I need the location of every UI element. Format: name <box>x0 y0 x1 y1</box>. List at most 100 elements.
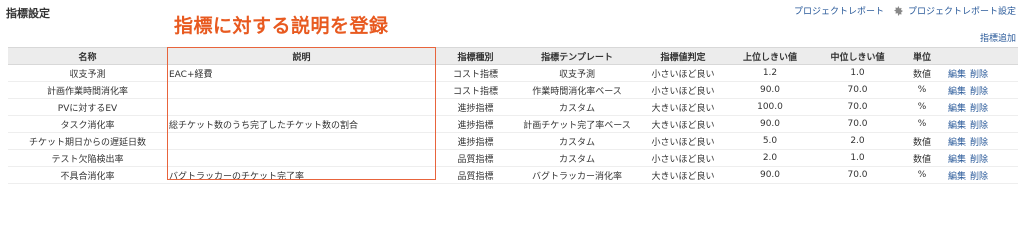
cell-description: バグトラッカーのチケット完了率 <box>167 166 436 184</box>
annotation-callout: 指標に対する説明を登録 <box>174 15 389 37</box>
col-header-description: 説明 <box>167 47 436 65</box>
cell-middle-threshold: 1.0 <box>813 64 902 82</box>
cell-actions: 編集 削除 <box>942 98 1018 116</box>
cell-unit: % <box>902 81 942 99</box>
page-title: 指標設定 <box>6 7 50 20</box>
cell-upper-threshold: 100.0 <box>727 98 813 116</box>
col-header-judgement: 指標値判定 <box>639 47 727 65</box>
cell-unit: % <box>902 98 942 116</box>
delete-link[interactable]: 削除 <box>970 155 988 165</box>
cell-actions: 編集 削除 <box>942 132 1018 150</box>
col-header-name: 名称 <box>8 47 167 65</box>
col-header-unit: 単位 <box>902 47 942 65</box>
cell-name: タスク消化率 <box>8 115 167 133</box>
edit-link[interactable]: 編集 <box>948 172 966 182</box>
cell-description <box>167 98 436 116</box>
cell-template: カスタム <box>515 132 639 150</box>
cell-middle-threshold: 70.0 <box>813 115 902 133</box>
table-row: 計画作業時間消化率 コスト指標 作業時間消化率ベース 小さいほど良い 90.0 70.0%… <box>8 81 1018 99</box>
cell-name: 計画作業時間消化率 <box>8 81 167 99</box>
delete-link[interactable]: 削除 <box>970 138 988 148</box>
cell-middle-threshold: 70.0 <box>813 81 902 99</box>
cell-judgement: 大きいほど良い <box>639 115 727 133</box>
cell-description: EAC+経費 <box>167 64 436 82</box>
cell-judgement: 大きいほど良い <box>639 98 727 116</box>
cell-name: 不具合消化率 <box>8 166 167 184</box>
project-report-link[interactable]: プロジェクトレポート <box>794 4 884 17</box>
cell-description <box>167 132 436 150</box>
col-header-kind: 指標種別 <box>436 47 515 65</box>
table-header-row: 名称 説明 指標種別 指標テンプレート 指標値判定 上位しきい値 中位しきい値 … <box>8 47 1018 65</box>
cell-middle-threshold: 70.0 <box>813 166 902 184</box>
cell-upper-threshold: 1.2 <box>727 64 813 82</box>
cell-kind: 進捗指標 <box>436 115 515 133</box>
cell-middle-threshold: 2.0 <box>813 132 902 150</box>
delete-link[interactable]: 削除 <box>970 104 988 114</box>
add-indicator-link[interactable]: 指標追加 <box>980 31 1016 44</box>
edit-link[interactable]: 編集 <box>948 121 966 131</box>
indicator-table: 名称 説明 指標種別 指標テンプレート 指標値判定 上位しきい値 中位しきい値 … <box>8 47 1018 184</box>
edit-link[interactable]: 編集 <box>948 104 966 114</box>
cell-unit: 数値 <box>902 149 942 167</box>
cell-judgement: 小さいほど良い <box>639 64 727 82</box>
cell-upper-threshold: 90.0 <box>727 166 813 184</box>
delete-link[interactable]: 削除 <box>970 70 988 80</box>
cell-upper-threshold: 90.0 <box>727 81 813 99</box>
cell-template: カスタム <box>515 98 639 116</box>
edit-link[interactable]: 編集 <box>948 138 966 148</box>
cell-kind: 進捗指標 <box>436 132 515 150</box>
table-row: チケット期日からの遅延日数 進捗指標 カスタム 小さいほど良い 5.0 2.0 数値 編集 削除 <box>8 132 1018 150</box>
cell-unit: % <box>902 115 942 133</box>
table-row: 不具合消化率 バグトラッカーのチケット完了率 品質指標 バグトラッカー消化率 大きいほど… <box>8 166 1018 184</box>
cell-template: 収支予測 <box>515 64 639 82</box>
col-header-template: 指標テンプレート <box>515 47 639 65</box>
cell-template: カスタム <box>515 149 639 167</box>
cell-upper-threshold: 2.0 <box>727 149 813 167</box>
cell-unit: 数値 <box>902 64 942 82</box>
cell-unit: % <box>902 166 942 184</box>
col-header-upper-threshold: 上位しきい値 <box>727 47 813 65</box>
cell-description <box>167 81 436 99</box>
edit-link[interactable]: 編集 <box>948 70 966 80</box>
cell-judgement: 大きいほど良い <box>639 166 727 184</box>
delete-link[interactable]: 削除 <box>970 121 988 131</box>
cell-judgement: 小さいほど良い <box>639 81 727 99</box>
cell-actions: 編集 削除 <box>942 81 1018 99</box>
top-links: プロジェクトレポート プロジェクトレポート設定 <box>794 4 1016 17</box>
table-row: テスト欠陥検出率 品質指標 カスタム 小さいほど良い 2.0 1.0 数値 編集 削除 <box>8 149 1018 167</box>
delete-link[interactable]: 削除 <box>970 87 988 97</box>
delete-link[interactable]: 削除 <box>970 172 988 182</box>
gear-icon <box>894 6 903 15</box>
cell-template: 計画チケット完了率ベース <box>515 115 639 133</box>
cell-kind: 品質指標 <box>436 149 515 167</box>
cell-description <box>167 149 436 167</box>
cell-kind: コスト指標 <box>436 64 515 82</box>
cell-judgement: 小さいほど良い <box>639 132 727 150</box>
cell-middle-threshold: 1.0 <box>813 149 902 167</box>
cell-actions: 編集 削除 <box>942 166 1018 184</box>
cell-template: バグトラッカー消化率 <box>515 166 639 184</box>
edit-link[interactable]: 編集 <box>948 155 966 165</box>
col-header-middle-threshold: 中位しきい値 <box>813 47 902 65</box>
cell-description: 総チケット数のうち完了したチケット数の割合 <box>167 115 436 133</box>
edit-link[interactable]: 編集 <box>948 87 966 97</box>
cell-unit: 数値 <box>902 132 942 150</box>
cell-upper-threshold: 5.0 <box>727 132 813 150</box>
table-row: PVに対するEV 進捗指標 カスタム 大きいほど良い 100.0 70.0% 編集 削除 <box>8 98 1018 116</box>
cell-name: 収支予測 <box>8 64 167 82</box>
cell-name: PVに対するEV <box>8 98 167 116</box>
cell-template: 作業時間消化率ベース <box>515 81 639 99</box>
col-header-actions <box>942 47 1018 65</box>
cell-judgement: 小さいほど良い <box>639 149 727 167</box>
cell-middle-threshold: 70.0 <box>813 98 902 116</box>
table-row: タスク消化率 総チケット数のうち完了したチケット数の割合 進捗指標 計画チケット完了率… <box>8 115 1018 133</box>
cell-kind: コスト指標 <box>436 81 515 99</box>
cell-actions: 編集 削除 <box>942 115 1018 133</box>
cell-kind: 進捗指標 <box>436 98 515 116</box>
project-report-settings-link[interactable]: プロジェクトレポート設定 <box>908 4 1016 17</box>
cell-name: テスト欠陥検出率 <box>8 149 167 167</box>
cell-name: チケット期日からの遅延日数 <box>8 132 167 150</box>
cell-actions: 編集 削除 <box>942 149 1018 167</box>
table-row: 収支予測 EAC+経費 コスト指標 収支予測 小さいほど良い 1.2 1.0 数値 編集 削除 <box>8 64 1018 82</box>
cell-actions: 編集 削除 <box>942 64 1018 82</box>
